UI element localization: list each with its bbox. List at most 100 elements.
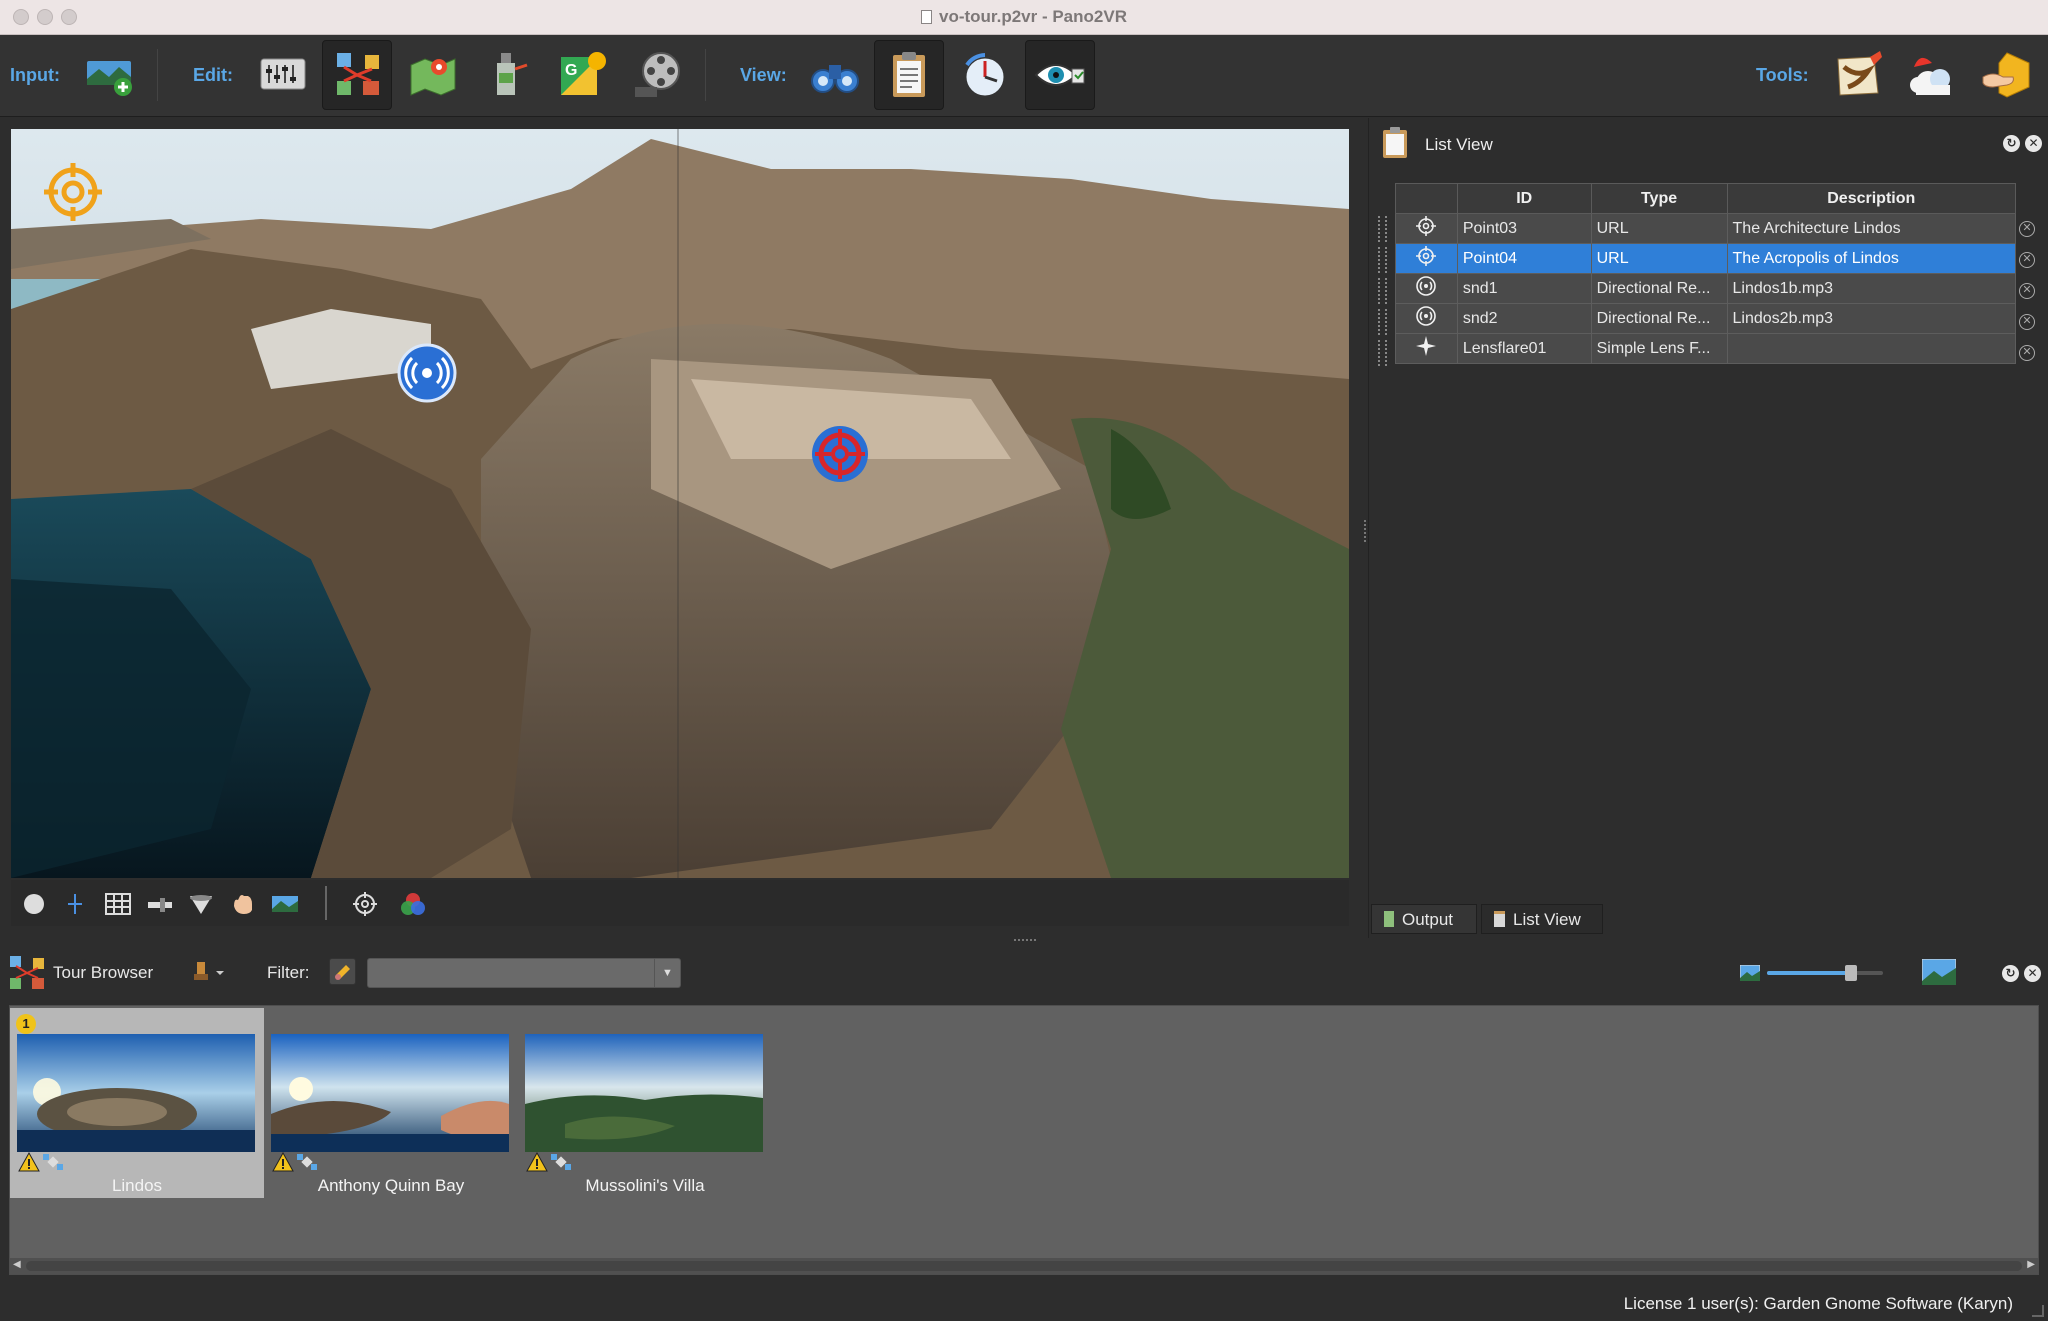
grid-icon[interactable] xyxy=(104,890,132,918)
row-drag-handle[interactable] xyxy=(1378,309,1387,335)
target-hotspot-icon[interactable] xyxy=(809,423,871,485)
crosshair-line-icon[interactable] xyxy=(61,890,89,918)
scrollbar-thumb[interactable] xyxy=(26,1261,2022,1271)
color-icon[interactable] xyxy=(399,890,427,918)
scene-image xyxy=(525,1034,763,1152)
row-type: URL xyxy=(1590,213,1728,244)
crosshair-icon xyxy=(1415,245,1437,272)
description-column-header[interactable]: Description xyxy=(1726,183,2017,214)
type-column-header[interactable]: Type xyxy=(1590,183,1728,214)
animation-button[interactable] xyxy=(622,40,692,110)
crosshair-hotspot-icon[interactable] xyxy=(42,161,104,223)
row-type: Directional Re... xyxy=(1590,273,1728,304)
remove-row-icon[interactable]: ✕ xyxy=(2019,283,2035,299)
map-editor-button[interactable] xyxy=(398,40,468,110)
horizontal-splitter[interactable] xyxy=(1014,939,1036,942)
document-icon xyxy=(921,10,932,24)
map-pin-icon xyxy=(410,58,456,96)
level-icon[interactable] xyxy=(146,890,174,918)
scroll-right-icon[interactable]: ▶ xyxy=(2027,1259,2035,1270)
nadir-icon[interactable] xyxy=(187,890,215,918)
compass-dial-icon xyxy=(963,53,1007,99)
tour-browser-header: Tour Browser Filter: ▼ ↻ ✕ xyxy=(0,947,2048,999)
tab-list-view[interactable]: List View xyxy=(1481,904,1603,934)
satellite-icon xyxy=(551,1154,571,1170)
view-label: View: xyxy=(740,65,787,85)
add-panorama-button[interactable] xyxy=(74,40,144,110)
vertical-splitter[interactable] xyxy=(1364,520,1367,542)
float-browser-button[interactable]: ↻ xyxy=(2002,965,2019,982)
icon-column-header[interactable] xyxy=(1395,183,1458,214)
scroll-left-icon[interactable]: ◀ xyxy=(13,1259,21,1270)
row-type-icon-cell xyxy=(1395,273,1458,304)
scene-thumbnail-mussolinis-villa[interactable]: Mussolini's Villa xyxy=(518,1008,772,1198)
tools-label: Tools: xyxy=(1756,65,1809,85)
remove-row-icon[interactable]: ✕ xyxy=(2019,221,2035,237)
filter-tag-button[interactable] xyxy=(329,958,356,985)
row-drag-handle[interactable] xyxy=(1378,278,1387,304)
scene-thumbnail-anthony-quinn-bay[interactable]: Anthony Quinn Bay xyxy=(264,1008,518,1198)
table-header-row: ID Type Description xyxy=(1395,183,2017,214)
remove-row-icon[interactable]: ✕ xyxy=(2019,252,2035,268)
table-row[interactable]: Lensflare01 Simple Lens F... xyxy=(1395,333,2017,364)
row-drag-handle[interactable] xyxy=(1378,340,1387,366)
sound-hotspot-icon[interactable] xyxy=(396,342,458,404)
scene-name: Mussolini's Villa xyxy=(585,1176,705,1195)
hotspot-list-table: ID Type Description Point03 URL The Archit… xyxy=(1395,183,2017,364)
close-panel-button[interactable]: ✕ xyxy=(2025,135,2042,152)
svg-text:G: G xyxy=(565,62,577,79)
eye-icon xyxy=(1034,64,1085,86)
eye-editor-button[interactable] xyxy=(1025,40,1095,110)
remove-row-icon[interactable]: ✕ xyxy=(2019,314,2035,330)
sort-button[interactable] xyxy=(192,960,226,986)
row-drag-handle[interactable] xyxy=(1378,216,1387,242)
viewing-parameters-button[interactable] xyxy=(248,40,318,110)
tab-output[interactable]: Output xyxy=(1371,904,1477,934)
warning-icon xyxy=(18,1152,40,1172)
table-row[interactable]: snd2 Directional Re... Lindos2b.mp3 xyxy=(1395,303,2017,334)
weather-tool-button[interactable] xyxy=(1897,40,1967,110)
map-tool-button[interactable] xyxy=(1823,40,1893,110)
status-bar: License 1 user(s): Garden Gnome Software… xyxy=(0,1282,2048,1321)
panorama-viewer[interactable] xyxy=(11,129,1349,878)
toolbar-divider xyxy=(325,886,327,920)
panorama-image xyxy=(11,129,1349,878)
chevron-down-icon[interactable]: ▼ xyxy=(654,959,680,987)
sound-icon xyxy=(1415,275,1437,302)
scene-name: Anthony Quinn Bay xyxy=(317,1176,465,1195)
table-row[interactable]: Point04 URL The Acropolis of Lindos xyxy=(1395,243,2017,274)
hand-icon[interactable] xyxy=(229,890,257,918)
compass-icon[interactable] xyxy=(20,890,48,918)
row-id: Lensflare01 xyxy=(1456,333,1592,364)
table-row[interactable]: snd1 Directional Re... Lindos1b.mp3 xyxy=(1395,273,2017,304)
binoculars-button[interactable] xyxy=(800,40,870,110)
google-maps-button[interactable]: G xyxy=(548,40,618,110)
row-type: Simple Lens F... xyxy=(1590,333,1728,364)
panorama-icon[interactable] xyxy=(271,890,299,918)
scene-thumbnail-lindos[interactable]: 1 Lindos xyxy=(10,1008,264,1198)
id-column-header[interactable]: ID xyxy=(1456,183,1592,214)
compass-button[interactable] xyxy=(950,40,1020,110)
hand-tool-button[interactable] xyxy=(1972,40,2042,110)
patch-input-button[interactable] xyxy=(472,40,542,110)
row-description: The Architecture Lindos xyxy=(1726,213,2017,244)
large-thumbnail-icon xyxy=(1922,959,1956,985)
close-browser-button[interactable]: ✕ xyxy=(2024,965,2041,982)
remove-row-icon[interactable]: ✕ xyxy=(2019,345,2035,361)
filter-combobox[interactable]: ▼ xyxy=(367,958,681,988)
horizontal-scrollbar[interactable]: ◀ ▶ xyxy=(10,1258,2038,1274)
row-drag-handle[interactable] xyxy=(1378,247,1387,273)
resize-grip[interactable] xyxy=(2032,1305,2044,1317)
target-icon[interactable] xyxy=(351,890,379,918)
row-type: URL xyxy=(1590,243,1728,274)
slider-knob[interactable] xyxy=(1844,965,1857,981)
window-title: vo-tour.p2vr - Pano2VR xyxy=(0,7,2048,27)
float-panel-button[interactable]: ↻ xyxy=(2003,135,2020,152)
list-view-panel: List View ↻ ✕ ID Type Description Point0… xyxy=(1368,118,2048,938)
table-row[interactable]: Point03 URL The Architecture Lindos xyxy=(1395,213,2017,244)
weather-cloud-icon xyxy=(1910,57,1950,95)
stamp-dropdown-icon xyxy=(194,962,224,980)
thumbnail-size-slider[interactable] xyxy=(1767,965,1883,981)
list-view-button[interactable] xyxy=(874,40,944,110)
tour-editor-button[interactable] xyxy=(322,40,392,110)
